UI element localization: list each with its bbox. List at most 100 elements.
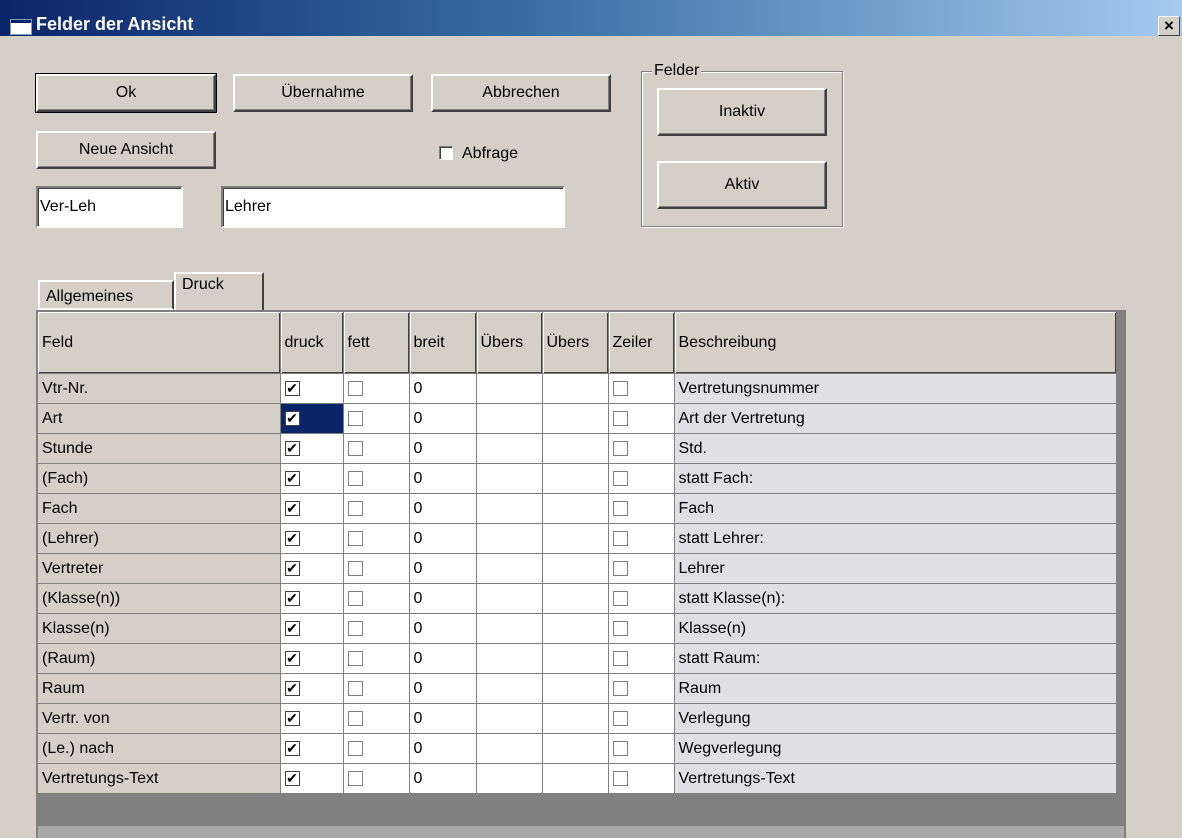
uebers-cell[interactable] xyxy=(542,673,609,704)
table-row[interactable]: Vertr. von ✔ 0 Verlegung xyxy=(38,703,1117,734)
druck-checkbox[interactable]: ✔ xyxy=(280,493,344,524)
long-name-field[interactable]: Lehrer xyxy=(221,186,565,228)
table-row[interactable]: Vtr-Nr. ✔ 0 Vertretungsnummer xyxy=(38,373,1117,404)
uebers-cell[interactable] xyxy=(476,673,543,704)
apply-button[interactable]: Übernahme xyxy=(233,74,413,112)
fett-checkbox[interactable] xyxy=(343,523,410,554)
checkbox-icon[interactable] xyxy=(612,440,628,456)
uebers-cell[interactable] xyxy=(476,733,543,764)
druck-checkbox[interactable]: ✔ xyxy=(280,403,344,434)
uebers-cell[interactable] xyxy=(476,613,543,644)
zeilen-checkbox[interactable] xyxy=(608,703,675,734)
fett-checkbox[interactable] xyxy=(343,373,410,404)
query-checkbox[interactable] xyxy=(439,146,453,160)
fett-checkbox[interactable] xyxy=(343,463,410,494)
uebers-cell[interactable] xyxy=(542,643,609,674)
uebers-cell[interactable] xyxy=(542,433,609,464)
zeilen-checkbox[interactable] xyxy=(608,523,675,554)
checkmark-icon[interactable]: ✔ xyxy=(284,530,300,546)
uebers-cell[interactable] xyxy=(476,583,543,614)
checkmark-icon[interactable]: ✔ xyxy=(284,590,300,606)
table-row[interactable]: Fach ✔ 0 Fach xyxy=(38,493,1117,524)
druck-checkbox[interactable]: ✔ xyxy=(280,523,344,554)
checkbox-icon[interactable] xyxy=(347,410,363,426)
zeilen-checkbox[interactable] xyxy=(608,433,675,464)
checkbox-icon[interactable] xyxy=(347,740,363,756)
uebers-cell[interactable] xyxy=(476,703,543,734)
uebers-cell[interactable] xyxy=(476,763,543,794)
checkbox-icon[interactable] xyxy=(347,590,363,606)
uebers-cell[interactable] xyxy=(476,643,543,674)
checkbox-icon[interactable] xyxy=(347,380,363,396)
checkmark-icon[interactable]: ✔ xyxy=(284,740,300,756)
druck-checkbox[interactable]: ✔ xyxy=(280,553,344,584)
checkmark-icon[interactable]: ✔ xyxy=(284,410,300,426)
checkbox-icon[interactable] xyxy=(612,380,628,396)
breit-cell[interactable]: 0 xyxy=(409,763,477,794)
zeilen-checkbox[interactable] xyxy=(608,583,675,614)
column-header[interactable]: Zeiler xyxy=(608,312,675,374)
breit-cell[interactable]: 0 xyxy=(409,673,477,704)
column-header[interactable]: Beschreibung xyxy=(674,312,1117,374)
table-row[interactable]: Raum ✔ 0 Raum xyxy=(38,673,1117,704)
uebers-cell[interactable] xyxy=(476,493,543,524)
checkmark-icon[interactable]: ✔ xyxy=(284,470,300,486)
ok-button[interactable]: Ok xyxy=(35,73,217,113)
close-icon[interactable]: × xyxy=(1158,16,1180,36)
tab-allgemeines[interactable]: Allgemeines xyxy=(38,280,174,310)
uebers-cell[interactable] xyxy=(542,373,609,404)
breit-cell[interactable]: 0 xyxy=(409,583,477,614)
breit-cell[interactable]: 0 xyxy=(409,433,477,464)
checkbox-icon[interactable] xyxy=(612,650,628,666)
zeilen-checkbox[interactable] xyxy=(608,403,675,434)
druck-checkbox[interactable]: ✔ xyxy=(280,613,344,644)
column-header[interactable]: fett xyxy=(343,312,410,374)
table-row[interactable]: Klasse(n) ✔ 0 Klasse(n) xyxy=(38,613,1117,644)
uebers-cell[interactable] xyxy=(542,703,609,734)
table-row[interactable]: Art ✔ 0 Art der Vertretung xyxy=(38,403,1117,434)
column-header[interactable]: druck xyxy=(280,312,344,374)
checkbox-icon[interactable] xyxy=(612,530,628,546)
checkmark-icon[interactable]: ✔ xyxy=(284,620,300,636)
new-view-button[interactable]: Neue Ansicht xyxy=(36,131,216,169)
fett-checkbox[interactable] xyxy=(343,673,410,704)
table-row[interactable]: (Fach) ✔ 0 statt Fach: xyxy=(38,463,1117,494)
checkmark-icon[interactable]: ✔ xyxy=(284,380,300,396)
zeilen-checkbox[interactable] xyxy=(608,373,675,404)
checkbox-icon[interactable] xyxy=(347,440,363,456)
uebers-cell[interactable] xyxy=(542,583,609,614)
table-row[interactable]: (Le.) nach ✔ 0 Wegverlegung xyxy=(38,733,1117,764)
druck-checkbox[interactable]: ✔ xyxy=(280,643,344,674)
checkbox-icon[interactable] xyxy=(347,680,363,696)
checkbox-icon[interactable] xyxy=(347,770,363,786)
breit-cell[interactable]: 0 xyxy=(409,403,477,434)
fett-checkbox[interactable] xyxy=(343,733,410,764)
uebers-cell[interactable] xyxy=(476,373,543,404)
fett-checkbox[interactable] xyxy=(343,703,410,734)
checkbox-icon[interactable] xyxy=(347,620,363,636)
table-row[interactable]: (Klasse(n)) ✔ 0 statt Klasse(n): xyxy=(38,583,1117,614)
zeilen-checkbox[interactable] xyxy=(608,463,675,494)
fett-checkbox[interactable] xyxy=(343,403,410,434)
inactive-button[interactable]: Inaktiv xyxy=(657,88,827,136)
checkbox-icon[interactable] xyxy=(347,500,363,516)
checkmark-icon[interactable]: ✔ xyxy=(284,710,300,726)
breit-cell[interactable]: 0 xyxy=(409,553,477,584)
checkmark-icon[interactable]: ✔ xyxy=(284,770,300,786)
zeilen-checkbox[interactable] xyxy=(608,763,675,794)
checkmark-icon[interactable]: ✔ xyxy=(284,440,300,456)
zeilen-checkbox[interactable] xyxy=(608,733,675,764)
druck-checkbox[interactable]: ✔ xyxy=(280,583,344,614)
druck-checkbox[interactable]: ✔ xyxy=(280,673,344,704)
fett-checkbox[interactable] xyxy=(343,763,410,794)
zeilen-checkbox[interactable] xyxy=(608,613,675,644)
breit-cell[interactable]: 0 xyxy=(409,613,477,644)
druck-checkbox[interactable]: ✔ xyxy=(280,373,344,404)
checkmark-icon[interactable]: ✔ xyxy=(284,680,300,696)
uebers-cell[interactable] xyxy=(476,523,543,554)
checkbox-icon[interactable] xyxy=(612,590,628,606)
fett-checkbox[interactable] xyxy=(343,613,410,644)
checkmark-icon[interactable]: ✔ xyxy=(284,500,300,516)
druck-checkbox[interactable]: ✔ xyxy=(280,763,344,794)
druck-checkbox[interactable]: ✔ xyxy=(280,433,344,464)
